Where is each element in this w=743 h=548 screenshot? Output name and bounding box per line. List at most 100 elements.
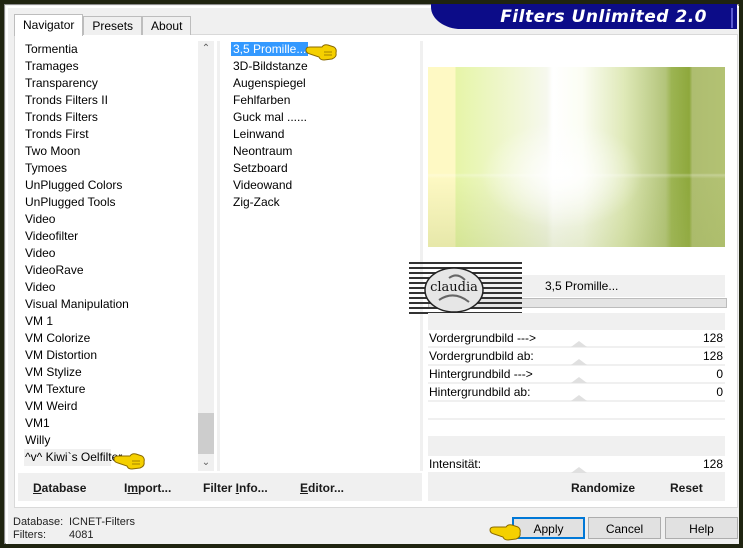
filter-item-label: Zig-Zack xyxy=(233,195,280,209)
parameter-value: 128 xyxy=(702,457,723,471)
database-button[interactable]: Database xyxy=(33,481,86,495)
slider-thumb-icon[interactable] xyxy=(571,341,587,347)
category-item[interactable]: Video xyxy=(24,211,199,228)
status-database-value: ICNET-Filters xyxy=(69,516,135,528)
title-banner: Filters Unlimited 2.0 xyxy=(431,4,737,29)
category-item[interactable]: Video xyxy=(24,279,199,296)
banner-edge xyxy=(731,8,733,28)
category-item[interactable]: Tronds Filters xyxy=(24,109,199,126)
category-item[interactable]: Tronds First xyxy=(24,126,199,143)
category-item[interactable]: Tramages xyxy=(24,58,199,75)
category-item[interactable]: VM Weird xyxy=(24,398,199,415)
claudia-logo: claudia xyxy=(409,262,522,314)
category-item[interactable]: Videofilter xyxy=(24,228,199,245)
category-item[interactable]: VM 1 xyxy=(24,313,199,330)
tab-navigator[interactable]: Navigator xyxy=(14,14,84,36)
pointing-hand-icon xyxy=(489,524,521,541)
filter-item[interactable]: Setzboard xyxy=(231,160,411,177)
cancel-button[interactable]: Cancel xyxy=(588,517,661,539)
filter-item[interactable]: Zig-Zack xyxy=(231,194,411,211)
scroll-thumb[interactable] xyxy=(198,413,214,454)
filter-item-label: 3D-Bildstanze xyxy=(233,59,308,73)
filter-item[interactable]: Fehlfarben xyxy=(231,92,411,109)
tab-presets[interactable]: Presets xyxy=(83,16,143,35)
category-item[interactable]: Video xyxy=(24,245,199,262)
parameter-slider[interactable] xyxy=(428,402,725,418)
filter-item[interactable]: Videowand xyxy=(231,177,411,194)
category-list[interactable]: Tormentia Tramages Transparency Tronds Filt… xyxy=(24,41,199,466)
status-filters-value: 4081 xyxy=(69,529,94,541)
parameter-slider[interactable]: Intensität: 128 xyxy=(428,456,725,473)
list-divider xyxy=(217,41,220,471)
tab-about[interactable]: About xyxy=(142,16,192,35)
filter-item-label: Leinwand xyxy=(233,127,285,141)
parameter-slider[interactable]: Vordergrundbild ab: 128 xyxy=(428,348,725,365)
category-scrollbar[interactable]: ⌃ ⌄ xyxy=(198,41,214,471)
status-database-label: Database: xyxy=(13,516,64,528)
parameter-value: 0 xyxy=(716,367,723,381)
category-item[interactable]: VideoRave xyxy=(24,262,199,279)
filter-list[interactable]: 3,5 Promille... 3D-Bildstanze Augenspiegel… xyxy=(231,41,411,211)
logo-text: claudia xyxy=(430,280,478,295)
parameter-label: Vordergrundbild ---> xyxy=(429,331,537,345)
category-item[interactable]: Tormentia xyxy=(24,41,199,58)
parameter-slider[interactable] xyxy=(428,420,725,436)
slider-thumb-icon[interactable] xyxy=(571,395,587,401)
parameter-label: Intensität: xyxy=(429,457,482,471)
filter-item[interactable]: Neontraum xyxy=(231,143,411,160)
parameter-slider[interactable]: Hintergrundbild ---> 0 xyxy=(428,366,725,383)
category-item[interactable]: ^v^ Kiwi`s Oelfilter xyxy=(24,449,122,466)
apply-button[interactable]: Apply xyxy=(512,517,585,539)
category-item[interactable]: VM Distortion xyxy=(24,347,199,364)
parameter-slider[interactable]: Vordergrundbild ---> 128 xyxy=(428,330,725,347)
slider-thumb-icon[interactable] xyxy=(571,359,587,365)
filter-info-button[interactable]: Filter Info... xyxy=(203,481,268,495)
status-filters: Filters: 4081 xyxy=(13,529,93,541)
filter-preview-image xyxy=(428,67,725,247)
category-item[interactable]: VM1 xyxy=(24,415,199,432)
category-item[interactable]: Two Moon xyxy=(24,143,199,160)
scroll-down-icon[interactable]: ⌄ xyxy=(198,455,214,471)
filter-item-label: Neontraum xyxy=(233,144,293,158)
category-item[interactable]: Tronds Filters II xyxy=(24,92,199,109)
category-item[interactable]: VM Stylize xyxy=(24,364,199,381)
app-title: Filters Unlimited 2.0 xyxy=(500,7,707,27)
category-item[interactable]: UnPlugged Colors xyxy=(24,177,199,194)
pointing-hand-icon xyxy=(305,44,337,61)
parameter-value: 128 xyxy=(702,331,723,345)
parameter-value: 128 xyxy=(702,349,723,363)
filter-name: 3,5 Promille... xyxy=(545,279,619,293)
import-button[interactable]: Import... xyxy=(124,481,171,495)
category-item[interactable]: VM Texture xyxy=(24,381,199,398)
parameter-label: Hintergrundbild ---> xyxy=(429,367,533,381)
parameter-slider[interactable]: Hintergrundbild ab: 0 xyxy=(428,384,725,401)
category-item[interactable]: UnPlugged Tools xyxy=(24,194,199,211)
status-filters-label: Filters: xyxy=(13,529,46,541)
filter-item-label: Guck mal ...... xyxy=(233,110,308,124)
tab-bar: Navigator Presets About xyxy=(14,14,192,36)
category-item[interactable]: Visual Manipulation xyxy=(24,296,199,313)
help-button[interactable]: Help xyxy=(665,517,738,539)
filter-item-label: 3,5 Promille... xyxy=(231,42,309,56)
filter-item-label: Videowand xyxy=(233,178,293,192)
filter-item-label: Setzboard xyxy=(233,161,288,175)
category-item[interactable]: Tymoes xyxy=(24,160,199,177)
filter-item[interactable]: Guck mal ...... xyxy=(231,109,411,126)
parameter-label: Hintergrundbild ab: xyxy=(429,385,531,399)
filter-item[interactable]: Augenspiegel xyxy=(231,75,411,92)
panel-divider xyxy=(420,41,423,471)
editor-button[interactable]: Editor... xyxy=(300,481,344,495)
category-item[interactable]: Willy xyxy=(24,432,199,449)
category-item[interactable]: Transparency xyxy=(24,75,199,92)
category-item[interactable]: VM Colorize xyxy=(24,330,199,347)
parameter-value: 0 xyxy=(716,385,723,399)
parameter-label: Vordergrundbild ab: xyxy=(429,349,534,363)
randomize-button[interactable]: Randomize xyxy=(571,481,635,495)
filter-item-label: Fehlfarben xyxy=(233,93,291,107)
pointing-hand-icon xyxy=(113,453,145,470)
scroll-up-icon[interactable]: ⌃ xyxy=(198,41,214,57)
slider-thumb-icon[interactable] xyxy=(571,377,587,383)
reset-button[interactable]: Reset xyxy=(670,481,703,495)
filter-item[interactable]: Leinwand xyxy=(231,126,411,143)
status-database: Database: ICNET-Filters xyxy=(13,516,135,528)
